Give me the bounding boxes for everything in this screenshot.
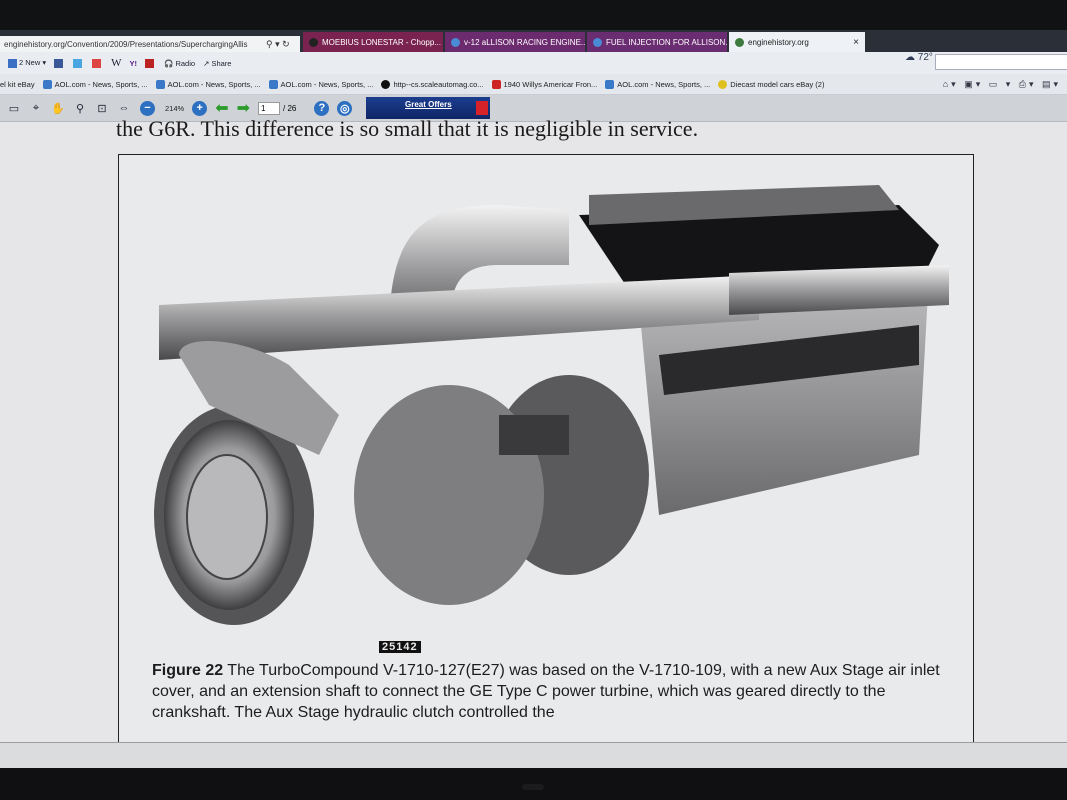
engine-photo	[154, 185, 949, 625]
mail-button[interactable]: 2 New ▾	[8, 58, 46, 68]
toolbar-search-input[interactable]	[935, 54, 1067, 70]
wikipedia-icon[interactable]: W	[111, 57, 121, 69]
share-label: Share	[211, 58, 232, 68]
command-icons[interactable]: ⌂▾ ▣▾ ▭ ▾ ⎙▾ ▤▾	[943, 79, 1061, 90]
aol-icon	[42, 79, 52, 89]
adobe-online-icon[interactable]: ◎	[337, 100, 353, 116]
monitor-bezel-top	[0, 0, 1067, 30]
favorite-item[interactable]: AOL.com - News, Sports, ...	[155, 79, 261, 89]
extension-shaft-shape	[499, 415, 569, 455]
zoom-tool-icon[interactable]: ⚲	[72, 100, 88, 116]
figure-frame: 25142 Figure 22 The TurboCompound V-1710…	[118, 154, 974, 754]
favorite-label: http--cs.scaleautomag.co...	[393, 79, 484, 89]
favorites-bar: el kit eBay AOL.com - News, Sports, ... …	[0, 74, 1067, 95]
facebook-icon[interactable]	[54, 58, 65, 68]
partial-text-line: the G6R. This difference is so small tha…	[116, 116, 699, 141]
weather-widget[interactable]: ☁ 72°	[905, 52, 933, 63]
site-icon	[491, 79, 501, 89]
snapshot-icon[interactable]: ⌖	[28, 100, 44, 116]
favorite-item[interactable]: Diecast model cars eBay (2)	[718, 79, 825, 89]
fit-width-icon[interactable]: ⇔	[116, 100, 132, 116]
fit-page-icon[interactable]: ⊡	[94, 100, 110, 116]
monitor-logo-icon	[522, 784, 544, 790]
favorite-label: el kit eBay	[0, 79, 35, 89]
favorite-label: Diecast model cars eBay (2)	[730, 79, 825, 89]
close-tab-icon[interactable]: ×	[853, 37, 859, 48]
tab-fuel-injection[interactable]: FUEL INJECTION FOR ALLISON...	[587, 32, 727, 52]
caption-label: Figure 22	[152, 662, 224, 679]
previous-page-icon[interactable]: ⬅	[215, 98, 228, 118]
hand-tool-icon[interactable]: ✋	[50, 100, 66, 116]
favorite-label: AOL.com - News, Sports, ...	[280, 79, 374, 89]
aol-icon	[268, 79, 278, 89]
address-text: enginehistory.org/Convention/2009/Presen…	[4, 39, 248, 49]
figure-caption: Figure 22 The TurboCompound V-1710-127(E…	[152, 660, 962, 723]
mail-icon	[8, 58, 17, 68]
favorite-item[interactable]: el kit eBay	[0, 80, 35, 89]
favorite-item[interactable]: 1940 Willys Americar Fron...	[491, 79, 598, 89]
favorite-label: AOL.com - News, Sports, ...	[167, 79, 261, 89]
weather-temp: 72°	[917, 52, 933, 63]
weather-icon[interactable]	[92, 58, 103, 68]
site-icon	[309, 37, 318, 47]
radio-label: Radio	[175, 58, 196, 68]
favorite-item[interactable]: http--cs.scaleautomag.co...	[381, 79, 484, 89]
next-page-icon[interactable]: ➡	[237, 98, 250, 118]
favorite-item[interactable]: AOL.com - News, Sports, ...	[268, 79, 374, 89]
caption-text: The TurboCompound V-1710-127(E27) was ba…	[152, 662, 940, 721]
tab-label: v-12 aLLISON RACING ENGINE...	[464, 37, 585, 47]
status-bar	[0, 742, 1067, 768]
page-total: / 26	[283, 103, 297, 113]
monitor-bezel-bottom	[0, 768, 1067, 800]
select-icon[interactable]: ▭	[6, 100, 22, 116]
aol-icon	[155, 79, 165, 89]
tab-moebius[interactable]: MOEBIUS LONESTAR - Chopp...	[303, 32, 443, 52]
radio-button[interactable]: 🎧 Radio	[164, 59, 195, 68]
tab-label: FUEL INJECTION FOR ALLISON...	[606, 37, 727, 47]
site-icon	[735, 37, 744, 47]
browser-window: enginehistory.org/Convention/2009/Presen…	[0, 30, 1067, 768]
news-icon[interactable]	[145, 58, 156, 68]
tab-enginehistory[interactable]: enginehistory.org ×	[729, 32, 865, 52]
yahoo-icon[interactable]: Y!	[130, 59, 138, 68]
ebay-icon	[718, 79, 728, 89]
tab-label: MOEBIUS LONESTAR - Chopp...	[322, 37, 441, 47]
address-bar[interactable]: enginehistory.org/Convention/2009/Presen…	[0, 36, 300, 52]
share-button[interactable]: ↗ Share	[203, 59, 231, 68]
favorite-item[interactable]: AOL.com - News, Sports, ...	[42, 79, 148, 89]
page-number-input[interactable]	[258, 101, 280, 115]
favorite-label: AOL.com - News, Sports, ...	[54, 79, 148, 89]
search-refresh-icons[interactable]: ⚲ ▾ ↻	[266, 39, 292, 50]
favorite-label: AOL.com - News, Sports, ...	[617, 79, 711, 89]
favorite-label: 1940 Willys Americar Fron...	[503, 79, 598, 89]
pdf-document: the G6R. This difference is so small tha…	[0, 116, 1067, 754]
mail-count: 2 New	[19, 58, 41, 68]
aol-icon	[605, 79, 615, 89]
ie-icon	[593, 37, 602, 47]
site-icon	[381, 79, 391, 89]
tab-allison-racing[interactable]: v-12 aLLISON RACING ENGINE...	[445, 32, 585, 52]
photo-tag: 25142	[379, 641, 421, 653]
ie-icon	[451, 37, 460, 47]
twitter-icon[interactable]	[73, 58, 84, 68]
zoom-out-button[interactable]: −	[140, 100, 155, 116]
tab-bar: enginehistory.org/Convention/2009/Presen…	[0, 30, 1067, 52]
zoom-level: 214%	[165, 103, 185, 113]
offer-tag-icon	[476, 101, 489, 115]
zoom-in-button[interactable]: +	[192, 100, 208, 116]
help-icon[interactable]: ?	[314, 100, 330, 116]
turbine-hub-shape	[186, 454, 268, 580]
favorite-item[interactable]: AOL.com - News, Sports, ...	[605, 79, 711, 89]
tab-label: enginehistory.org	[748, 37, 809, 47]
